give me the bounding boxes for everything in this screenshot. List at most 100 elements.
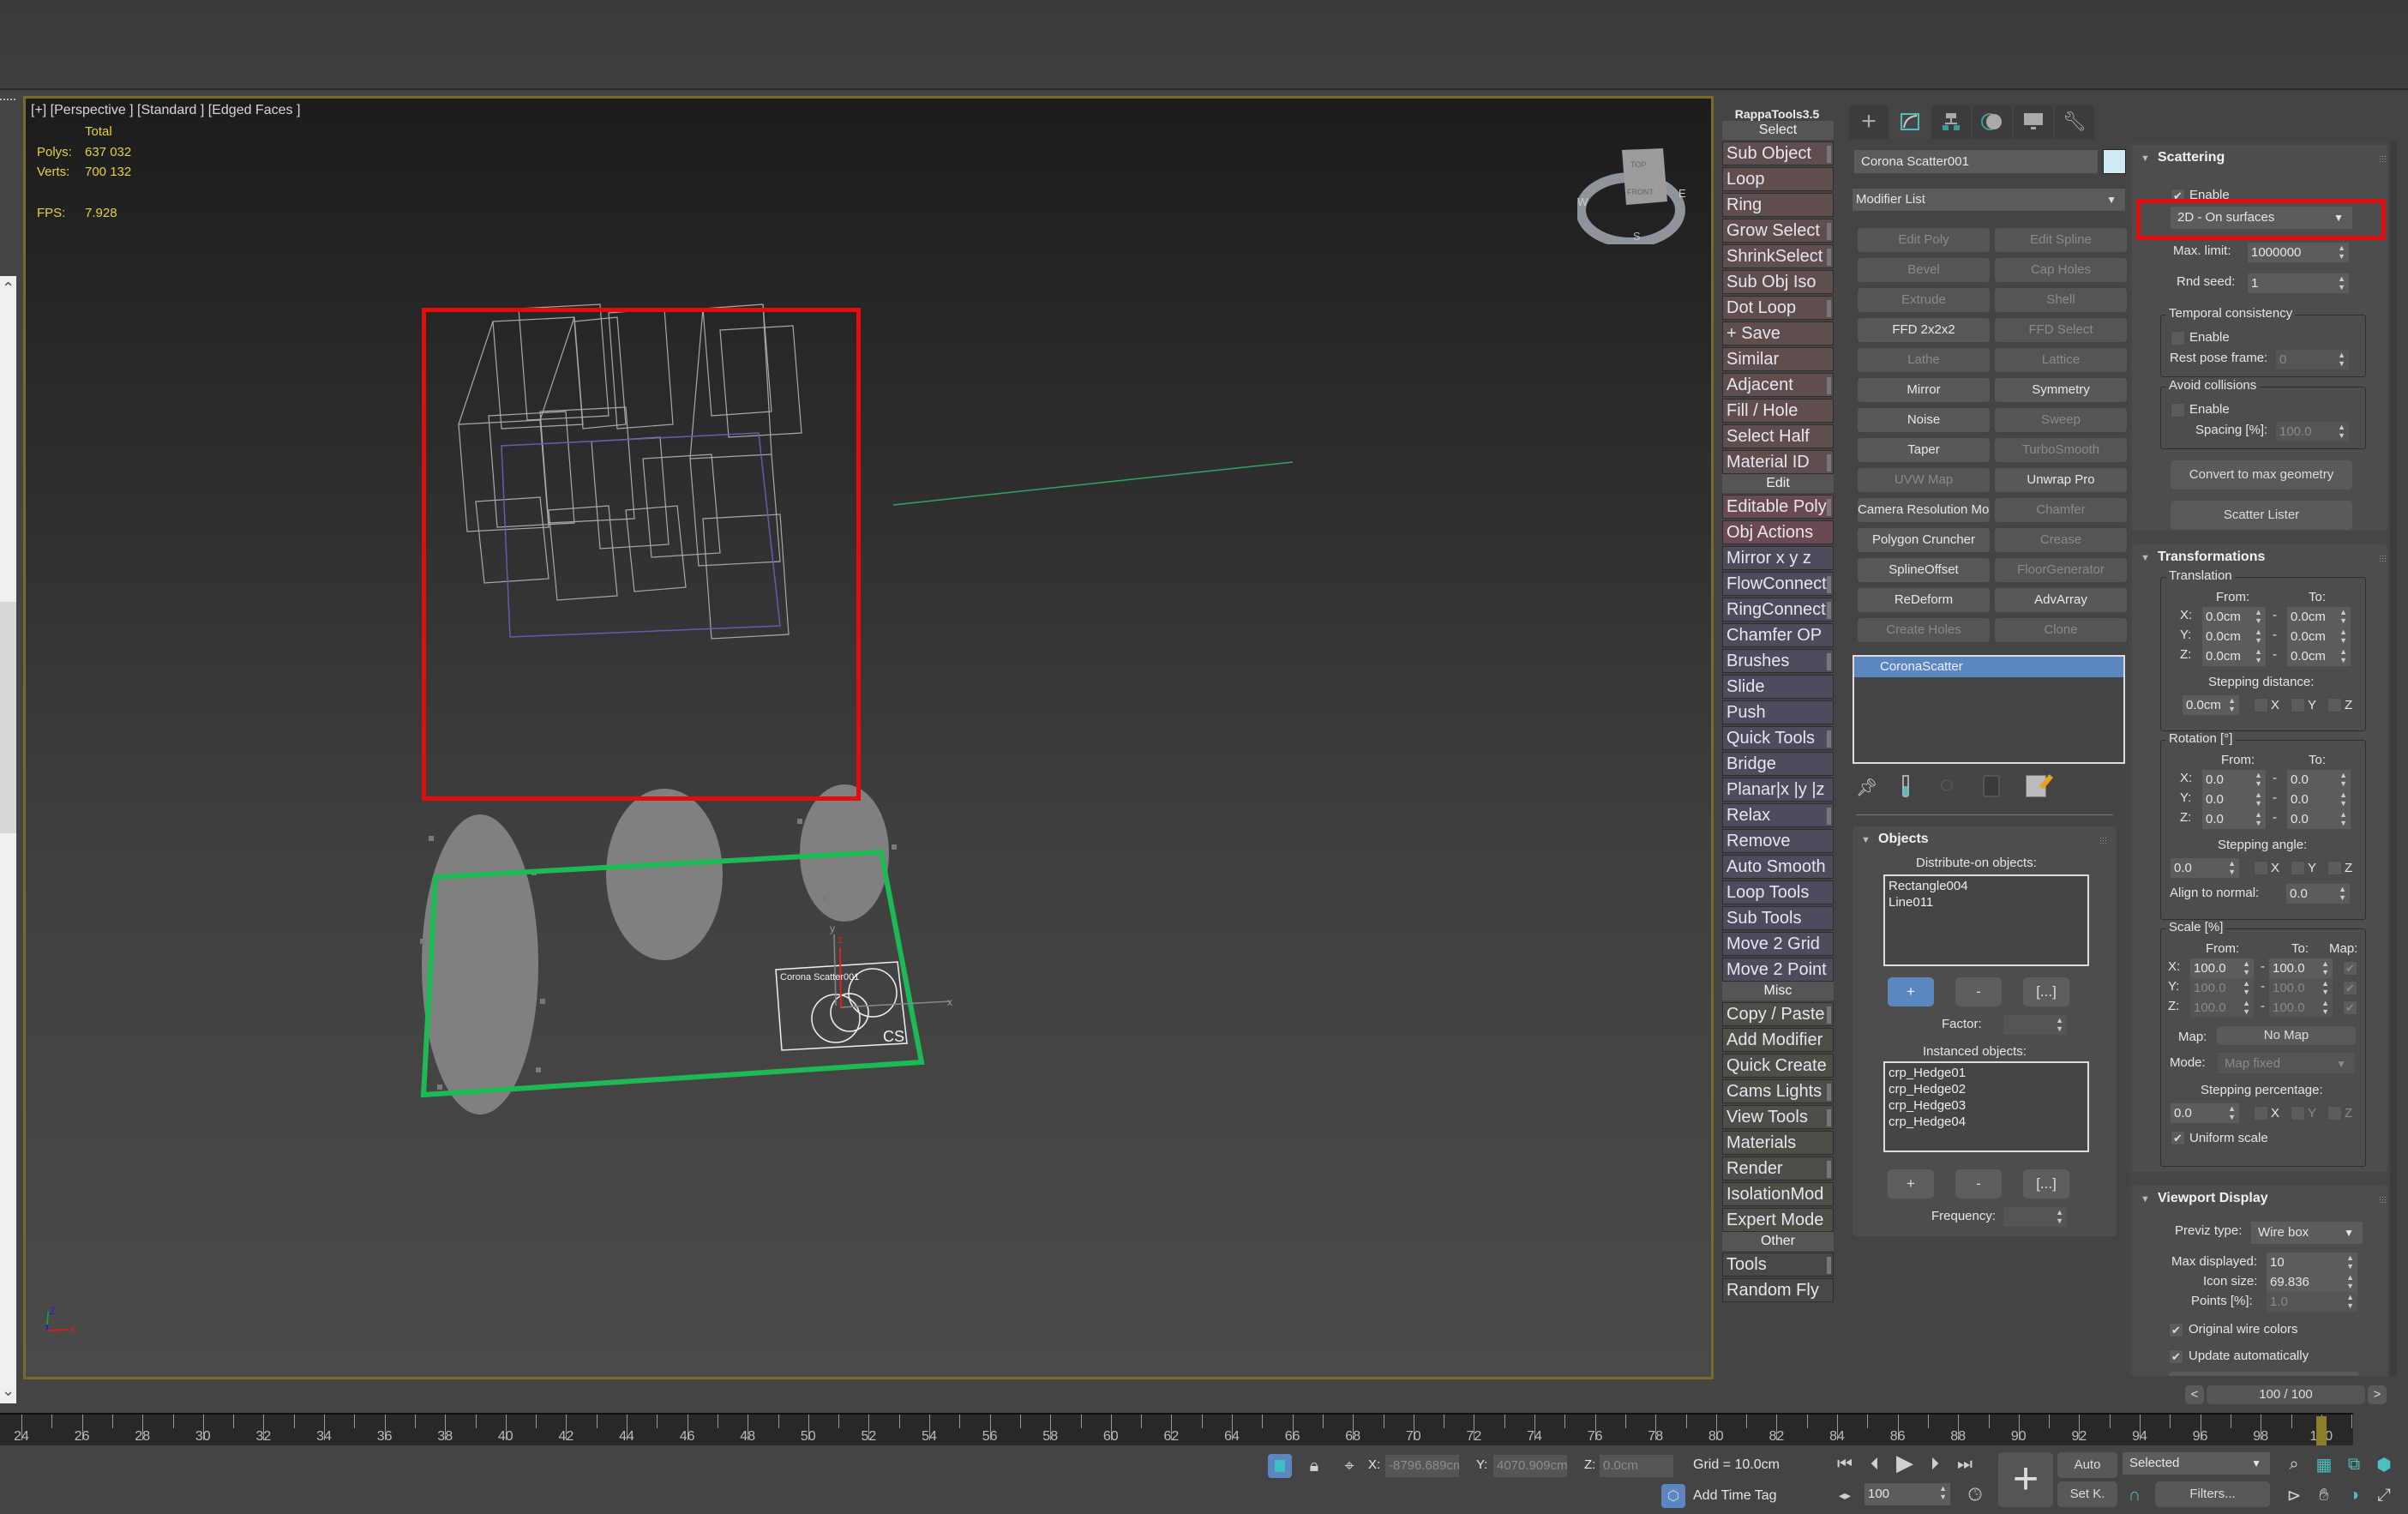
key-filters-button[interactable]: Filters... xyxy=(2155,1481,2270,1507)
pin-stack-icon[interactable]: 📌︎ xyxy=(1856,777,1877,798)
rotation-from-spinner[interactable]: 0.0 ▲ ▼ xyxy=(2202,770,2266,790)
spinner-arrows-icon[interactable]: ▲ ▼ xyxy=(2321,959,2329,976)
perspective-viewport[interactable]: [+] [Perspective ] [Standard ] [Edged Fa… xyxy=(23,96,1714,1379)
collapse-triangle-icon[interactable]: ▼ xyxy=(2141,153,2150,164)
rappa-button[interactable]: Add Modifier xyxy=(1722,1028,1834,1052)
stepping-axis-checkbox[interactable] xyxy=(2327,1106,2342,1120)
scale-from-spinner[interactable]: 100.0 ▲ ▼ xyxy=(2190,998,2254,1018)
modifier-button[interactable]: SplineOffset xyxy=(1858,558,1990,582)
rappa-button[interactable]: Push xyxy=(1722,700,1834,724)
translation-from-spinner[interactable]: 0.0cm ▲ ▼ xyxy=(2202,607,2266,627)
rappa-button[interactable]: Loop xyxy=(1722,167,1834,191)
modifier-button[interactable]: Chamfer xyxy=(1995,498,2127,522)
rappa-button[interactable]: Move 2 Grid xyxy=(1722,932,1834,956)
tab-hierarchy[interactable] xyxy=(1931,105,1971,139)
spinner-arrows-icon[interactable]: ▲ ▼ xyxy=(2346,1273,2354,1290)
scale-to-spinner[interactable]: 100.0 ▲ ▼ xyxy=(2269,998,2333,1018)
scale-to-spinner[interactable]: 100.0 ▲ ▼ xyxy=(2269,978,2333,998)
spinner-arrows-icon[interactable]: ▲ ▼ xyxy=(2255,810,2262,827)
rappa-button[interactable]: IsolationMod xyxy=(1722,1182,1834,1206)
modifier-button[interactable]: Edit Poly xyxy=(1858,228,1990,252)
modifier-button[interactable]: FloorGenerator xyxy=(1995,558,2127,582)
time-configuration-icon[interactable]: 🕒︎ xyxy=(1963,1483,1987,1507)
rappa-button[interactable]: Obj Actions xyxy=(1722,520,1834,544)
scale-map-checkbox[interactable]: ✔ xyxy=(2343,981,2357,995)
make-unique-icon[interactable]: ⭘ xyxy=(1940,777,1954,796)
spinner-arrows-icon[interactable]: ▲ ▼ xyxy=(2228,696,2236,713)
rappa-button[interactable]: Quick Tools xyxy=(1722,726,1834,750)
add-instance-button[interactable]: + xyxy=(1888,1169,1934,1199)
set-key-big-button[interactable]: + xyxy=(1998,1452,2053,1507)
modifier-button[interactable]: FFD Select xyxy=(1995,318,2127,342)
modifier-button[interactable]: Cap Holes xyxy=(1995,258,2127,282)
rappa-button[interactable]: Slide xyxy=(1722,675,1834,699)
rappa-button[interactable]: Brushes xyxy=(1722,649,1834,673)
max-displayed-spinner[interactable]: 10 ▲ ▼ xyxy=(2267,1253,2357,1272)
rotation-to-spinner[interactable]: 0.0 ▲ ▼ xyxy=(2287,809,2351,829)
align-to-normal-spinner[interactable]: 0.0 ▲ ▼ xyxy=(2286,884,2350,904)
update-button[interactable] xyxy=(2169,1372,2359,1376)
avoid-enable-checkbox[interactable] xyxy=(2171,403,2185,418)
modifier-button[interactable]: Clone xyxy=(1995,618,2127,642)
scattering-title[interactable]: Scattering xyxy=(2158,150,2225,165)
rappa-button[interactable]: Grow Select xyxy=(1722,219,1834,243)
chevron-down-icon[interactable]: ⌄ xyxy=(2,1382,15,1400)
rappa-button[interactable]: Sub Obj Iso xyxy=(1722,270,1834,294)
rollout-grip-icon[interactable] xyxy=(2379,1196,2387,1205)
current-frame-spinner[interactable]: 100 ▲ ▼ xyxy=(1865,1483,1950,1505)
modifier-button[interactable]: Unwrap Pro xyxy=(1995,468,2127,492)
rotation-from-spinner[interactable]: 0.0 ▲ ▼ xyxy=(2202,790,2266,809)
factor-spinner[interactable]: ▲ ▼ xyxy=(2003,1015,2067,1035)
zoom-extents-icon[interactable]: ⧉ xyxy=(2342,1452,2366,1476)
zoom-extents-all-icon[interactable]: ⬢ xyxy=(2372,1452,2396,1476)
rappa-button[interactable]: Copy / Paste xyxy=(1722,1002,1834,1026)
orbit-icon[interactable]: ◑ xyxy=(2342,1483,2366,1507)
rotation-to-spinner[interactable]: 0.0 ▲ ▼ xyxy=(2287,790,2351,809)
modifier-button[interactable]: Taper xyxy=(1858,438,1990,462)
translation-to-spinner[interactable]: 0.0cm ▲ ▼ xyxy=(2287,627,2351,646)
rappa-button[interactable]: Cams Lights xyxy=(1722,1079,1834,1103)
remove-instance-button[interactable]: - xyxy=(1955,1169,2002,1199)
viewcube-front-label[interactable]: FRONT xyxy=(1627,188,1654,196)
stack-item-coronascatter[interactable]: CoronaScatter xyxy=(1854,657,2123,677)
rappa-button[interactable]: Remove xyxy=(1722,829,1834,853)
rappa-button[interactable]: Random Fly xyxy=(1722,1278,1834,1302)
spinner-arrows-icon[interactable]: ▲ ▼ xyxy=(2056,1016,2063,1033)
translation-from-spinner[interactable]: 0.0cm ▲ ▼ xyxy=(2202,646,2266,666)
rappa-button[interactable]: Sub Tools xyxy=(1722,906,1834,930)
frequency-spinner[interactable]: ▲ ▼ xyxy=(2003,1207,2067,1227)
modifier-button[interactable]: Camera Resolution Mod xyxy=(1858,498,1990,522)
stepping-axis-checkbox[interactable] xyxy=(2254,698,2268,712)
time-tag-icon[interactable]: ⬡ xyxy=(1661,1484,1685,1508)
timeline-ruler[interactable]: 24 26 28 30 32 34 36 38 40 42 44 46 48 50 52 54 56 58 60 62… xyxy=(0,1413,2353,1445)
object-color-swatch[interactable] xyxy=(2103,149,2126,174)
rappa-button[interactable]: View Tools xyxy=(1722,1105,1834,1129)
spinner-arrows-icon[interactable]: ▲ ▼ xyxy=(2243,979,2250,996)
rappa-button[interactable]: Material ID xyxy=(1722,450,1834,474)
spinner-arrows-icon[interactable]: ▲ ▼ xyxy=(2228,859,2236,876)
spinner-arrows-icon[interactable]: ▲ ▼ xyxy=(2339,885,2346,902)
modifier-list-dropdown[interactable]: Modifier List ▼ xyxy=(1853,189,2125,211)
rappa-button[interactable]: Editable Poly xyxy=(1722,495,1834,519)
go-to-end-icon[interactable]: ⏭ xyxy=(1953,1452,1977,1476)
selection-lock-mode-icon[interactable] xyxy=(1268,1454,1292,1478)
max-limit-spinner[interactable]: 1000000 ▲ ▼ xyxy=(2248,243,2349,262)
modifier-button[interactable]: Shell xyxy=(1995,288,2127,312)
compass-west[interactable]: W xyxy=(1577,195,1588,208)
rotation-stepping-spinner[interactable]: 0.0 ▲ ▼ xyxy=(2171,858,2239,878)
field-of-view-icon[interactable]: ⊳ xyxy=(2282,1483,2306,1507)
scale-map-checkbox[interactable]: ✔ xyxy=(2343,1000,2357,1015)
viewcube[interactable]: TOP FRONT W E S xyxy=(1576,133,1706,248)
play-icon[interactable]: ▶ xyxy=(1893,1450,1917,1475)
instanced-objects-list[interactable]: crp_Hedge01 crp_Hedge02 crp_Hedge03 crp_… xyxy=(1883,1061,2089,1152)
spacing-spinner[interactable]: 100.0 ▲ ▼ xyxy=(2276,422,2349,442)
page-prev-button[interactable]: < xyxy=(2185,1385,2204,1404)
rollout-grip-icon[interactable] xyxy=(2099,837,2108,845)
spinner-arrows-icon[interactable]: ▲ ▼ xyxy=(2255,608,2262,625)
rappa-button[interactable]: Relax xyxy=(1722,803,1834,827)
modifier-button[interactable]: Extrude xyxy=(1858,288,1990,312)
page-indicator[interactable]: 100 / 100 xyxy=(2207,1385,2365,1404)
spinner-arrows-icon[interactable]: ▲ ▼ xyxy=(2321,999,2329,1016)
scale-map-checkbox[interactable]: ✔ xyxy=(2343,961,2357,976)
translation-to-spinner[interactable]: 0.0cm ▲ ▼ xyxy=(2287,607,2351,627)
